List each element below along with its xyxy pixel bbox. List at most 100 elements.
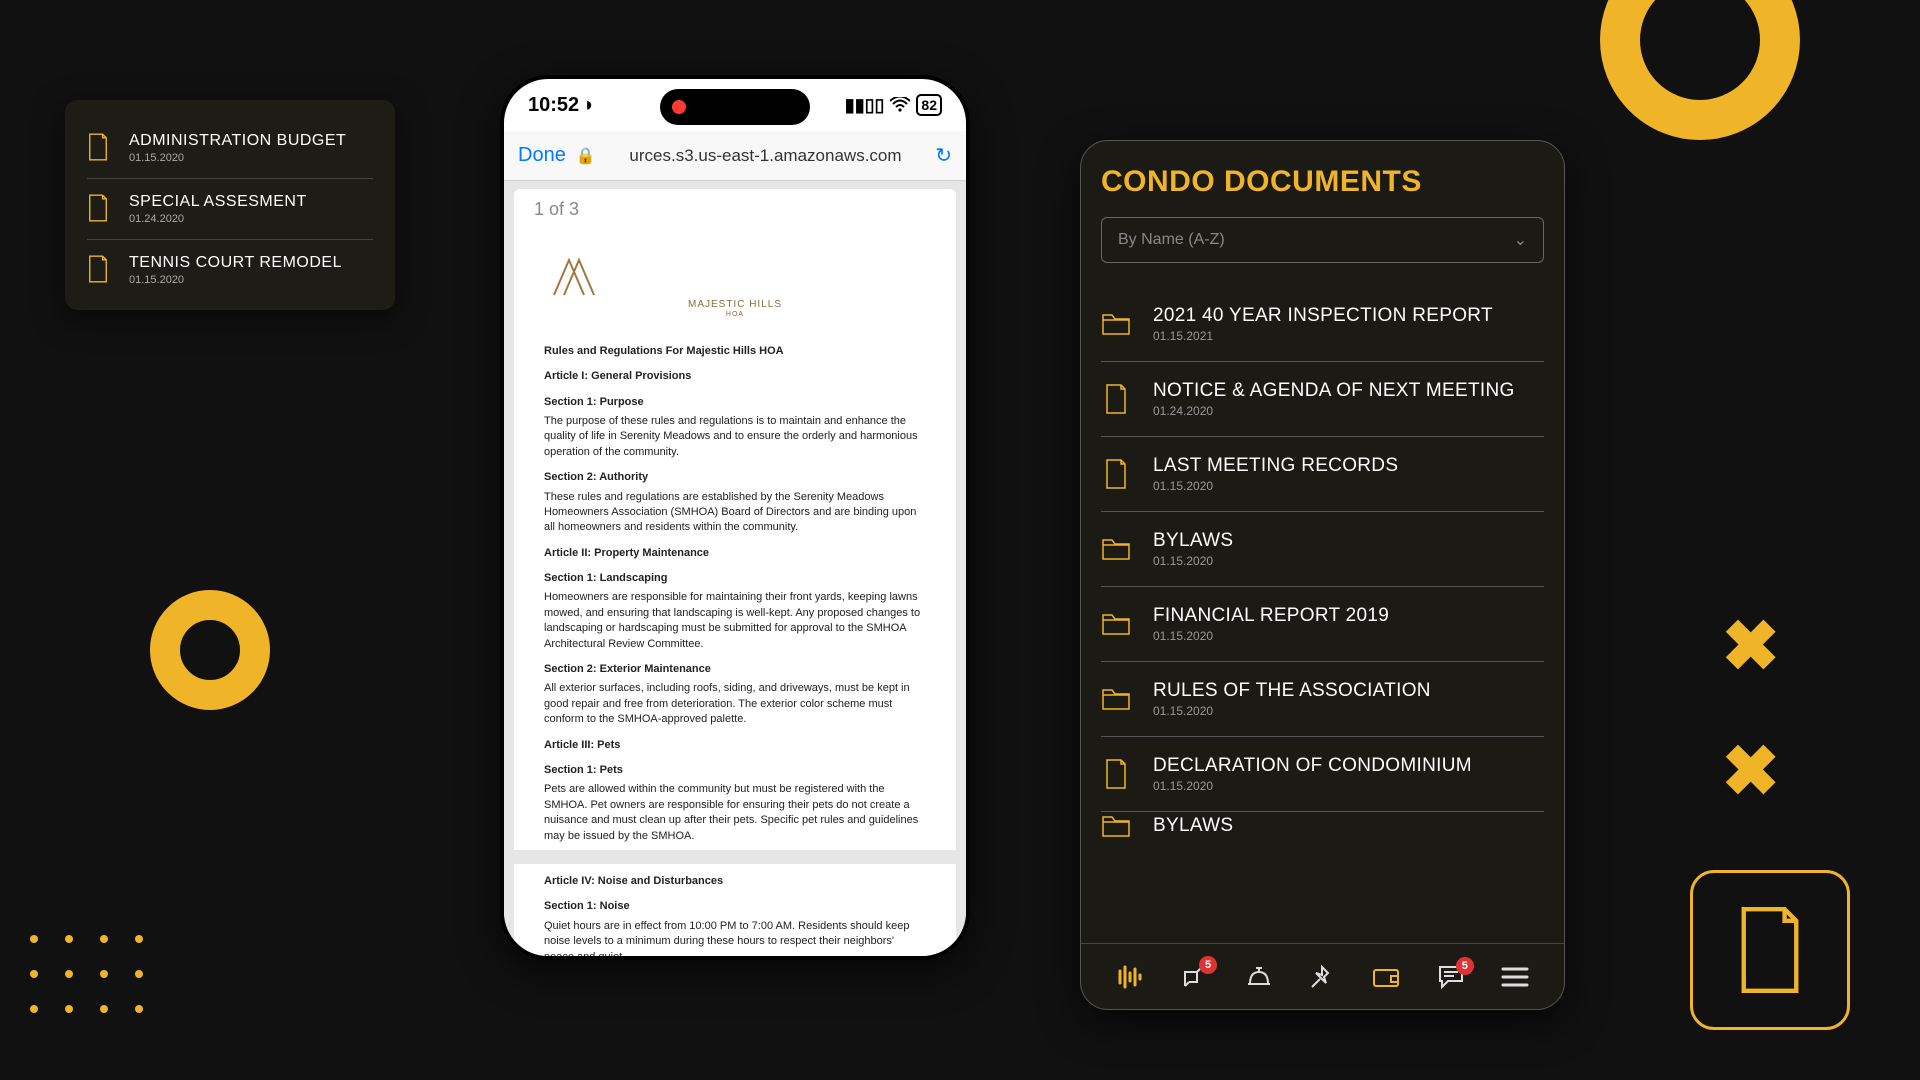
chevron-down-icon: ⌄ [1514, 230, 1527, 250]
document-page: MAJESTIC HILLS HOA Rules and Regulations… [514, 230, 956, 956]
nav-badge: 5 [1456, 957, 1474, 975]
doc-date: 01.15.2021 [1153, 329, 1493, 343]
doc-row[interactable]: NOTICE & AGENDA OF NEXT MEETING 01.24.20… [1101, 362, 1544, 437]
doc-row[interactable]: 2021 40 YEAR INSPECTION REPORT 01.15.202… [1101, 287, 1544, 362]
status-time: 10:52 [528, 94, 579, 117]
doc-paragraph: The purpose of these rules and regulatio… [544, 414, 926, 460]
doc-section-h: Section 1: Pets [544, 763, 926, 778]
doc-section-h: Section 2: Authority [544, 470, 926, 485]
condo-documents-app: CONDO DOCUMENTS By Name (A-Z) ⌄ 2021 40 … [1080, 140, 1565, 1010]
folder-icon [1101, 538, 1131, 560]
folder-icon [1101, 313, 1131, 335]
decor-x-2: ✖ [1721, 730, 1780, 812]
doc-title: NOTICE & AGENDA OF NEXT MEETING [1153, 380, 1515, 402]
doc-title: FINANCIAL REPORT 2019 [1153, 605, 1389, 627]
doc-paragraph: These rules and regulations are establis… [544, 490, 926, 536]
doc-title: 2021 40 YEAR INSPECTION REPORT [1153, 305, 1493, 327]
done-button[interactable]: Done [518, 144, 566, 167]
doc-row[interactable]: BYLAWS [1101, 812, 1544, 844]
file-icon [87, 255, 111, 285]
doc-row[interactable]: DECLARATION OF CONDOMINIUM 01.15.2020 [1101, 737, 1544, 812]
doc-paragraph: Pets are allowed within the community bu… [544, 782, 926, 844]
browser-toolbar: Done 🔒 urces.s3.us-east-1.amazonaws.com … [504, 131, 966, 181]
doc-date: 01.24.2020 [1153, 404, 1515, 418]
nav-menu[interactable] [1501, 966, 1529, 988]
doc-section-h: Section 2: Exterior Maintenance [544, 662, 926, 677]
doc-heading: Rules and Regulations For Majestic Hills… [544, 344, 926, 359]
mini-documents-card: ADMINISTRATION BUDGET 01.15.2020 SPECIAL… [65, 100, 395, 310]
wifi-icon [890, 97, 910, 113]
doc-title: BYLAWS [1153, 815, 1233, 837]
doc-section-h: Section 1: Noise [544, 899, 926, 914]
url-text[interactable]: urces.s3.us-east-1.amazonaws.com [606, 146, 926, 166]
nav-activity[interactable] [1116, 963, 1144, 991]
refresh-icon[interactable]: ↻ [935, 143, 952, 168]
sort-dropdown[interactable]: By Name (A-Z) ⌄ [1101, 217, 1544, 263]
doc-article: Article IV: Noise and Disturbances [544, 874, 926, 889]
nav-wallet[interactable] [1371, 964, 1401, 990]
doc-date: 01.15.2020 [1153, 779, 1472, 793]
phone-status-bar: 10:52 ◗ ▮▮▯▯ 82 [504, 79, 966, 131]
nav-badge: 5 [1199, 956, 1217, 974]
doc-row[interactable]: RULES OF THE ASSOCIATION 01.15.2020 [1101, 662, 1544, 737]
doc-logo: MAJESTIC HILLS HOA [544, 250, 926, 320]
doc-title: BYLAWS [1153, 530, 1233, 552]
documents-list[interactable]: 2021 40 YEAR INSPECTION REPORT 01.15.202… [1101, 287, 1544, 943]
file-icon [1101, 384, 1131, 414]
lock-icon: 🔒 [576, 146, 596, 166]
battery-icon: 82 [916, 94, 942, 116]
doc-date: 01.15.2020 [1153, 554, 1233, 568]
folder-icon [1101, 613, 1131, 635]
doc-section-h: Section 1: Purpose [544, 395, 926, 410]
mini-doc-row[interactable]: ADMINISTRATION BUDGET 01.15.2020 [87, 118, 373, 179]
mini-doc-row[interactable]: SPECIAL ASSESMENT 01.24.2020 [87, 179, 373, 240]
logo-sub: HOA [544, 310, 926, 320]
file-icon [1101, 459, 1131, 489]
file-icon [87, 133, 111, 163]
signal-icon: ▮▮▯▯ [845, 95, 885, 116]
file-icon [87, 194, 111, 224]
page-counter: 1 of 3 [514, 189, 956, 230]
mini-doc-row[interactable]: TENNIS COURT REMODEL 01.15.2020 [87, 240, 373, 300]
nav-pinned[interactable] [1308, 963, 1336, 991]
nav-concierge[interactable] [1244, 962, 1274, 992]
decor-ring-top-right [1600, 0, 1800, 140]
doc-paragraph: Homeowners are responsible for maintaini… [544, 590, 926, 652]
decor-dots [30, 935, 170, 1040]
moon-icon: ◗ [583, 94, 595, 117]
folder-icon [1101, 815, 1131, 837]
doc-row[interactable]: BYLAWS 01.15.2020 [1101, 512, 1544, 587]
doc-date: 01.15.2020 [1153, 704, 1431, 718]
doc-article: Article I: General Provisions [544, 369, 926, 384]
folder-icon [1101, 688, 1131, 710]
doc-row[interactable]: LAST MEETING RECORDS 01.15.2020 [1101, 437, 1544, 512]
sort-label: By Name (A-Z) [1118, 231, 1225, 249]
bottom-nav: 5 5 [1081, 943, 1564, 1009]
doc-article: Article III: Pets [544, 738, 926, 753]
mini-doc-title: TENNIS COURT REMODEL [129, 254, 342, 272]
document-viewer[interactable]: 1 of 3 MAJESTIC HILLS HOA Rules and Regu… [504, 181, 966, 956]
app-title: CONDO DOCUMENTS [1101, 165, 1544, 199]
nav-requests[interactable]: 5 [1179, 962, 1209, 992]
doc-title: RULES OF THE ASSOCIATION [1153, 680, 1431, 702]
dynamic-island [660, 89, 810, 125]
doc-date: 01.15.2020 [1153, 479, 1398, 493]
mini-doc-date: 01.15.2020 [129, 274, 342, 286]
mini-doc-date: 01.15.2020 [129, 152, 346, 164]
nav-chat[interactable]: 5 [1436, 963, 1466, 991]
mini-doc-date: 01.24.2020 [129, 213, 307, 225]
recording-icon [672, 100, 686, 114]
doc-title: DECLARATION OF CONDOMINIUM [1153, 755, 1472, 777]
decor-file-icon [1690, 870, 1850, 1030]
mini-doc-title: SPECIAL ASSESMENT [129, 193, 307, 211]
file-icon [1101, 759, 1131, 789]
doc-paragraph: Quiet hours are in effect from 10:00 PM … [544, 919, 926, 956]
doc-article: Article II: Property Maintenance [544, 546, 926, 561]
mini-doc-title: ADMINISTRATION BUDGET [129, 132, 346, 150]
doc-section-h: Section 1: Landscaping [544, 571, 926, 586]
phone-mockup: 10:52 ◗ ▮▮▯▯ 82 Done 🔒 urces.s3.us-east-… [500, 75, 970, 960]
doc-date: 01.15.2020 [1153, 629, 1389, 643]
doc-row[interactable]: FINANCIAL REPORT 2019 01.15.2020 [1101, 587, 1544, 662]
decor-ring-left [150, 590, 270, 710]
doc-title: LAST MEETING RECORDS [1153, 455, 1398, 477]
